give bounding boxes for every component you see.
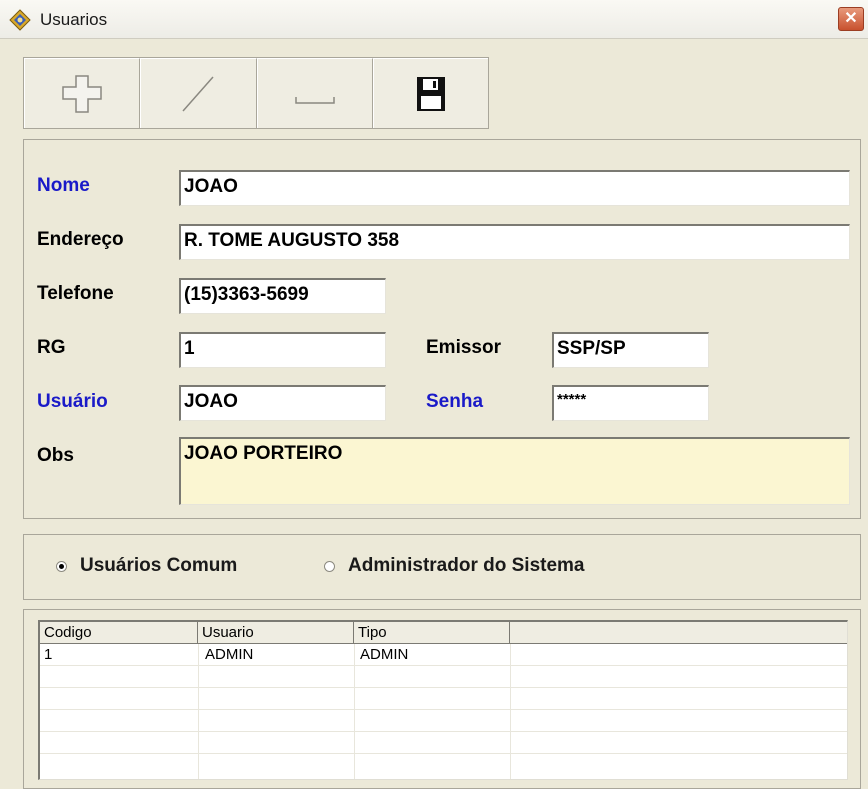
users-grid[interactable]: Codigo Usuario Tipo 1 ADMIN ADMIN — [38, 620, 848, 780]
pencil-icon — [182, 76, 214, 111]
endereco-label: Endereço — [37, 229, 124, 250]
usuario-field[interactable]: JOAO — [179, 385, 386, 421]
window-title: Usuarios — [40, 10, 108, 29]
nome-field[interactable]: JOAO — [179, 170, 850, 206]
emissor-label: Emissor — [426, 337, 501, 358]
cell-usuario: ADMIN — [205, 646, 254, 663]
radio-usuarios-comum[interactable]: Usuários Comum — [56, 555, 237, 577]
floppy-disk-icon — [416, 76, 445, 111]
row-divider — [40, 753, 847, 754]
row-divider — [40, 709, 847, 710]
usuario-label: Usuário — [37, 391, 108, 412]
edit-button[interactable] — [140, 58, 257, 128]
senha-field[interactable]: ***** — [552, 385, 709, 421]
row-divider — [40, 665, 847, 666]
cell-tipo: ADMIN — [360, 646, 409, 663]
radio-administrador-label: Administrador do Sistema — [348, 555, 585, 576]
rg-field[interactable]: 1 — [179, 332, 386, 368]
row-divider — [40, 687, 847, 688]
row-divider — [40, 731, 847, 732]
radio-usuarios-comum-label: Usuários Comum — [80, 555, 238, 576]
telefone-label: Telefone — [37, 283, 114, 304]
save-button[interactable] — [372, 58, 488, 128]
obs-field[interactable]: JOAO PORTEIRO — [179, 437, 850, 505]
users-grid-panel: Codigo Usuario Tipo 1 ADMIN ADMIN — [23, 609, 861, 789]
column-header-tipo[interactable]: Tipo — [354, 622, 510, 644]
rg-label: RG — [37, 337, 66, 358]
close-button[interactable]: ✕ — [838, 7, 864, 31]
add-button[interactable] — [24, 58, 141, 128]
delete-button[interactable] — [256, 58, 373, 128]
plus-icon — [62, 74, 102, 113]
nome-label: Nome — [37, 175, 90, 196]
toolbar — [23, 57, 489, 129]
radio-administrador[interactable]: Administrador do Sistema — [324, 555, 585, 577]
app-icon — [9, 9, 31, 31]
user-type-group: Usuários Comum Administrador do Sistema — [23, 534, 861, 600]
minus-icon — [294, 96, 335, 104]
cell-codigo: 1 — [44, 646, 53, 663]
column-header-filler — [510, 622, 847, 644]
user-form: Nome JOAO Endereço R. TOME AUGUSTO 358 T… — [23, 139, 861, 519]
title-bar: Usuarios ✕ — [0, 0, 868, 39]
emissor-field[interactable]: SSP/SP — [552, 332, 709, 368]
radio-unselected-indicator — [324, 560, 335, 572]
column-header-codigo[interactable]: Codigo — [40, 622, 198, 644]
senha-label: Senha — [426, 391, 484, 412]
telefone-field[interactable]: (15)3363-5699 — [179, 278, 386, 314]
column-header-usuario[interactable]: Usuario — [198, 622, 354, 644]
obs-label: Obs — [37, 445, 74, 466]
endereco-field[interactable]: R. TOME AUGUSTO 358 — [179, 224, 850, 260]
radio-selected-indicator — [56, 560, 67, 572]
